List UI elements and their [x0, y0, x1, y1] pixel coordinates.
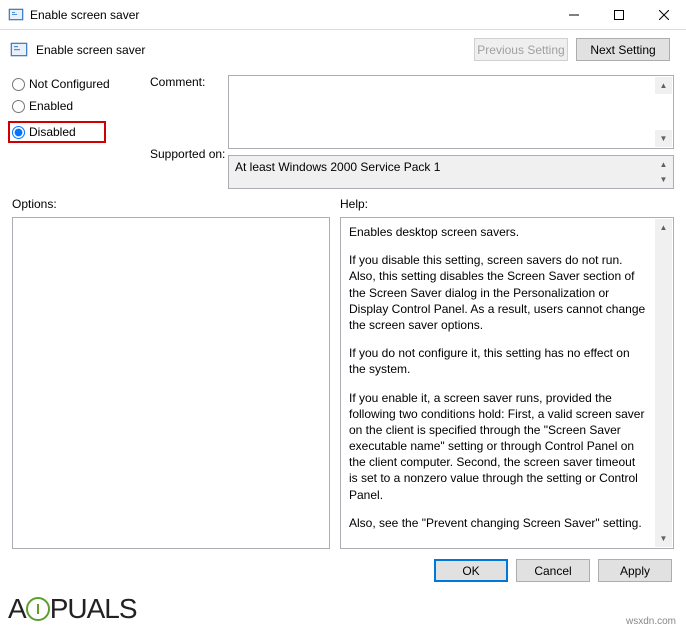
- scroll-down-icon[interactable]: ▼: [655, 130, 672, 147]
- help-label: Help:: [340, 197, 674, 211]
- maximize-button[interactable]: [596, 0, 641, 29]
- watermark-circle-icon: [26, 597, 50, 621]
- next-setting-button[interactable]: Next Setting: [576, 38, 670, 61]
- help-box: Enables desktop screen savers. If you di…: [340, 217, 674, 549]
- radio-disabled-input[interactable]: [12, 126, 25, 139]
- subtitle-text: Enable screen saver: [36, 43, 474, 57]
- radio-not-configured-label: Not Configured: [29, 77, 110, 91]
- minimize-button[interactable]: [551, 0, 596, 29]
- supported-scrollbar[interactable]: ▲ ▼: [655, 157, 672, 187]
- upper-section: Not Configured Enabled Disabled Comment:…: [0, 65, 686, 197]
- help-scrollbar[interactable]: ▲ ▼: [655, 219, 672, 547]
- scroll-up-icon[interactable]: ▲: [655, 219, 672, 236]
- supported-on-label: Supported on:: [150, 147, 228, 161]
- comment-field[interactable]: ▲ ▼: [228, 75, 674, 149]
- help-paragraph: If you disable this setting, screen save…: [349, 252, 647, 333]
- apply-button[interactable]: Apply: [598, 559, 672, 582]
- radio-enabled[interactable]: Enabled: [12, 99, 150, 113]
- scroll-down-icon[interactable]: ▼: [655, 530, 672, 547]
- scroll-up-icon[interactable]: ▲: [655, 77, 672, 94]
- source-text: wsxdn.com: [626, 616, 676, 627]
- titlebar: Enable screen saver: [0, 0, 686, 30]
- radio-not-configured-input[interactable]: [12, 78, 25, 91]
- radio-disabled[interactable]: Disabled: [8, 121, 106, 143]
- watermark-suffix: PUALS: [50, 593, 137, 624]
- watermark-logo: A PUALS: [8, 593, 137, 625]
- close-button[interactable]: [641, 0, 686, 29]
- options-box: [12, 217, 330, 549]
- policy-subtitle-icon: [10, 41, 28, 59]
- options-label: Options:: [12, 197, 330, 211]
- comment-label: Comment:: [150, 75, 228, 89]
- comment-scrollbar[interactable]: ▲ ▼: [655, 77, 672, 147]
- help-paragraph: Also, see the "Prevent changing Screen S…: [349, 515, 647, 531]
- help-paragraph: If you do not configure it, this setting…: [349, 345, 647, 377]
- window-title: Enable screen saver: [30, 8, 551, 22]
- scroll-down-icon[interactable]: ▼: [655, 172, 672, 187]
- lower-section: Options: Help: Enables desktop screen sa…: [0, 197, 686, 549]
- help-panel: Help: Enables desktop screen savers. If …: [340, 197, 674, 549]
- help-paragraph: Enables desktop screen savers.: [349, 224, 647, 240]
- cancel-button[interactable]: Cancel: [516, 559, 590, 582]
- help-content: Enables desktop screen savers. If you di…: [349, 224, 665, 531]
- fields-column: ▲ ▼ At least Windows 2000 Service Pack 1…: [228, 75, 674, 189]
- window-controls: [551, 0, 686, 29]
- radio-not-configured[interactable]: Not Configured: [12, 77, 150, 91]
- subtitle-bar: Enable screen saver Previous Setting Nex…: [0, 30, 686, 65]
- help-paragraph: If you enable it, a screen saver runs, p…: [349, 390, 647, 503]
- radio-enabled-label: Enabled: [29, 99, 73, 113]
- radio-disabled-label: Disabled: [29, 125, 76, 139]
- scroll-up-icon[interactable]: ▲: [655, 157, 672, 172]
- policy-icon: [8, 7, 24, 23]
- bottom-buttons: OK Cancel Apply: [0, 549, 686, 592]
- ok-button[interactable]: OK: [434, 559, 508, 582]
- supported-on-field: At least Windows 2000 Service Pack 1 ▲ ▼: [228, 155, 674, 189]
- radio-column: Not Configured Enabled Disabled: [12, 75, 150, 189]
- options-panel: Options:: [12, 197, 330, 549]
- previous-setting-button[interactable]: Previous Setting: [474, 38, 568, 61]
- labels-column: Comment: Supported on:: [150, 75, 228, 189]
- supported-on-value: At least Windows 2000 Service Pack 1: [235, 160, 440, 174]
- watermark-prefix: A: [8, 593, 26, 624]
- radio-enabled-input[interactable]: [12, 100, 25, 113]
